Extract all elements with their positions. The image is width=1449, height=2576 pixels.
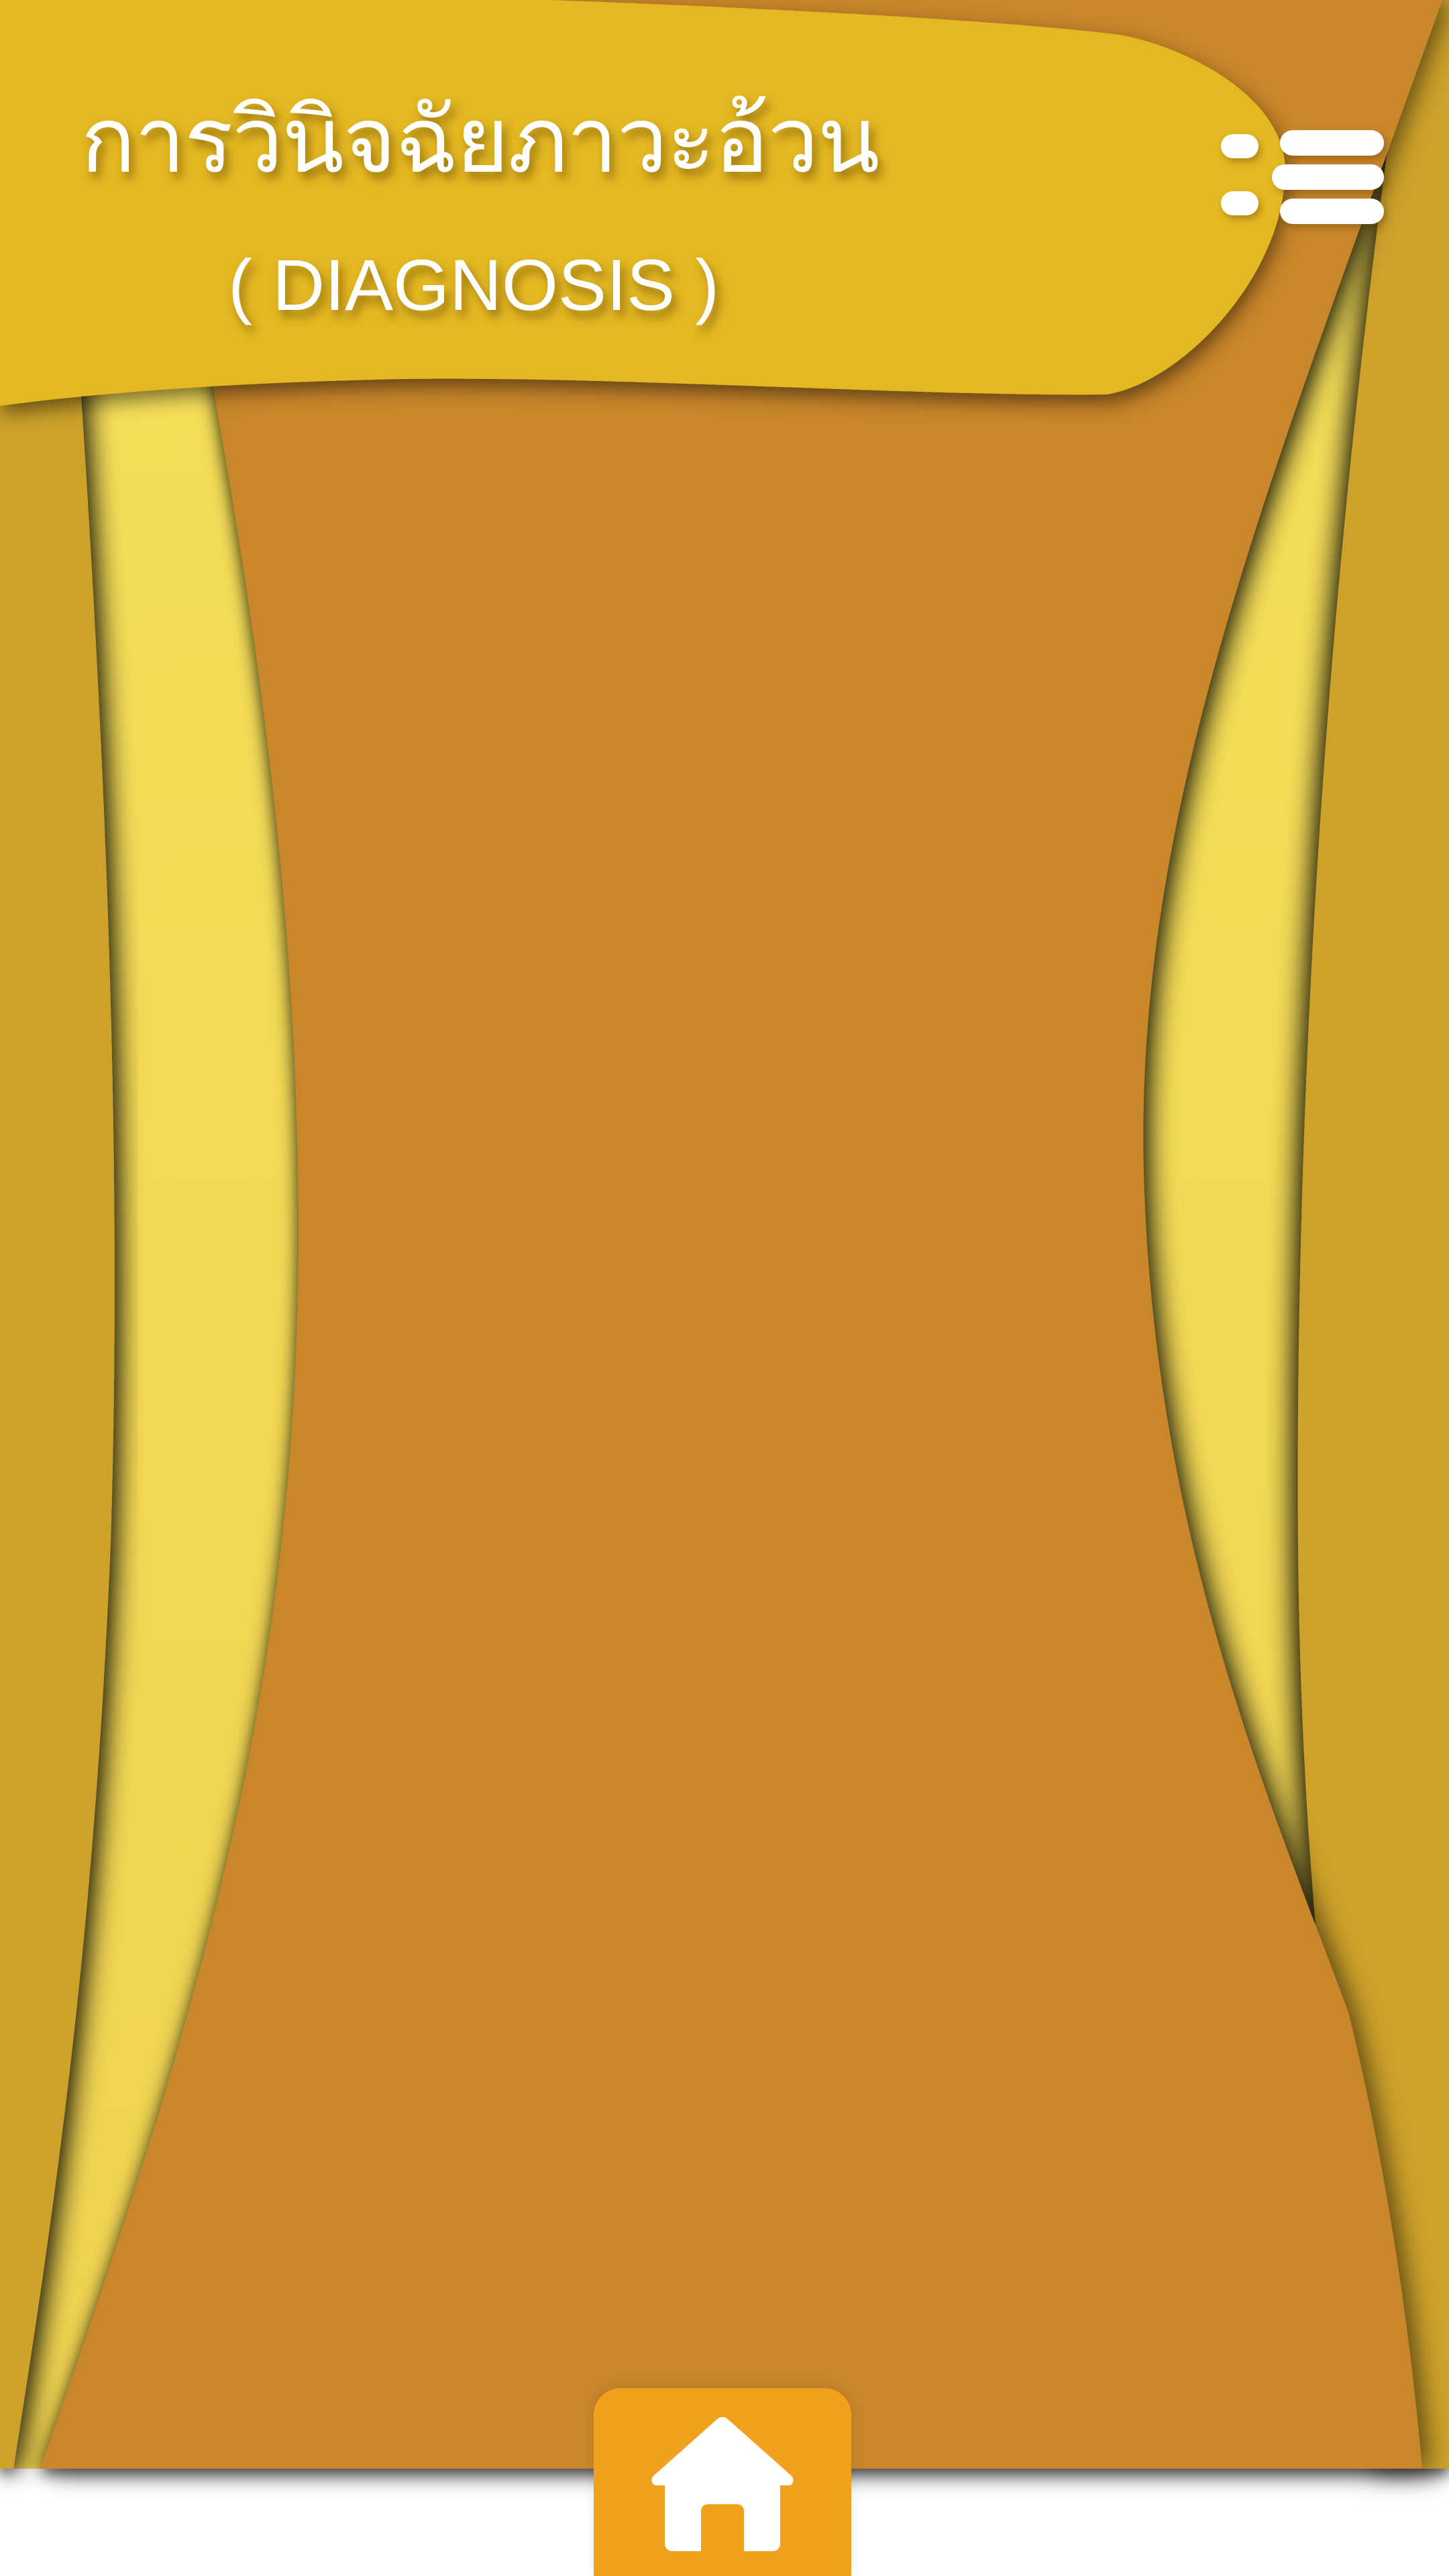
page-subtitle: ( DIAGNOSIS ) — [228, 244, 720, 325]
home-button[interactable] — [594, 2388, 851, 2576]
menu-button[interactable] — [1208, 121, 1395, 255]
header-banner: การวินิจฉัยภาวะอ้วน ( DIAGNOSIS ) — [0, 0, 1140, 402]
home-icon — [651, 2417, 794, 2551]
page-title: การวินิจฉัยภาวะอ้วน — [80, 88, 880, 194]
